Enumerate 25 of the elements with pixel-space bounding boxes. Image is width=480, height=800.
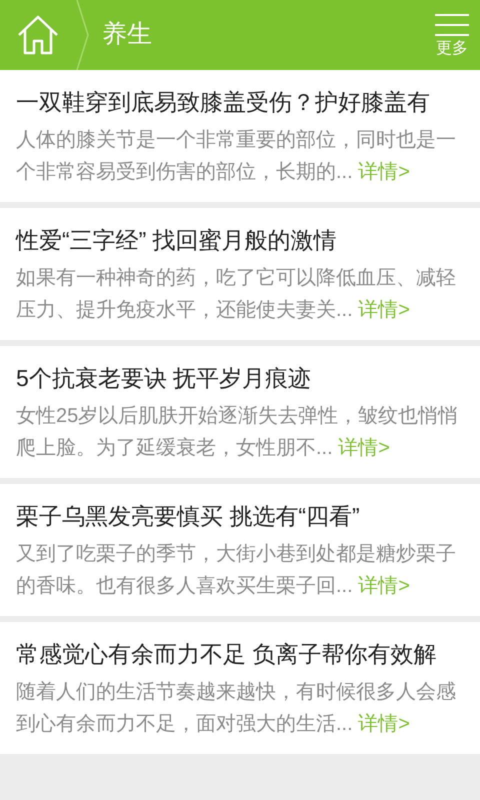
article-summary: 又到了吃栗子的季节，大街小巷到处都是糖炒栗子的香味。也有很多人喜欢买生栗子回... 详情> <box>16 542 457 599</box>
article-summary: 如果有一种神奇的药，吃了它可以降低血压、减轻压力、提升免疫水平，还能使夫妻关... 详情> <box>16 266 457 323</box>
details-link[interactable]: 详情> <box>358 713 410 735</box>
article-card[interactable]: 一双鞋穿到底易致膝盖受伤？护好膝盖有 人体的膝关节是一个非常重要的部位，同时也是一个非常容易受到伤害的部位，长期的... 详情> <box>0 70 480 202</box>
article-card[interactable]: 5个抗衰老要诀 抚平岁月痕迹 女性25岁以后肌肤开始逐渐失去弹性，皱纹也悄悄爬上脸。为了延缓衰老，女性朋不... 详情> <box>0 346 480 478</box>
article-title: 5个抗衰老要诀 抚平岁月痕迹 <box>16 364 312 393</box>
details-link[interactable]: 详情> <box>338 437 390 459</box>
details-link[interactable]: 详情> <box>358 575 410 597</box>
article-title: 常感觉心有余而力不足 负离子帮你有效解 <box>16 640 438 669</box>
article-card[interactable]: 常感觉心有余而力不足 负离子帮你有效解 随着人们的生活节奏越来越快，有时候很多人会感到心有余而力不足，面对强大的生活... 详情> <box>0 622 480 754</box>
details-link[interactable]: 详情> <box>358 161 410 183</box>
article-card[interactable]: 栗子乌黑发亮要慎买 挑选有“四看” 又到了吃栗子的季节，大街小巷到处都是糖炒栗子的香味。也有很多人喜欢买生栗子回... 详情> <box>0 484 480 616</box>
article-title: 性爱“三字经” 找回蜜月般的激情 <box>16 226 338 255</box>
home-icon <box>16 13 60 57</box>
article-title: 栗子乌黑发亮要慎买 挑选有“四看” <box>16 502 361 531</box>
page-title: 养生 <box>102 19 153 50</box>
article-summary: 女性25岁以后肌肤开始逐渐失去弹性，皱纹也悄悄爬上脸。为了延缓衰老，女性朋不... 详情> <box>16 404 460 461</box>
divider-chevron-icon <box>76 0 90 70</box>
more-button[interactable]: 更多 <box>424 0 480 70</box>
menu-icon <box>435 13 469 37</box>
details-link[interactable]: 详情> <box>358 299 410 321</box>
article-summary: 随着人们的生活节奏越来越快，有时候很多人会感到心有余而力不足，面对强大的生活... 详情> <box>16 680 457 737</box>
article-title: 一双鞋穿到底易致膝盖受伤？护好膝盖有 <box>16 88 431 117</box>
article-summary: 人体的膝关节是一个非常重要的部位，同时也是一个非常容易受到伤害的部位，长期的... 详情> <box>16 128 457 185</box>
article-card[interactable]: 性爱“三字经” 找回蜜月般的激情 如果有一种神奇的药，吃了它可以降低血压、减轻压力、提升免疫水平，还能使夫妻关... 详情> <box>0 208 480 340</box>
